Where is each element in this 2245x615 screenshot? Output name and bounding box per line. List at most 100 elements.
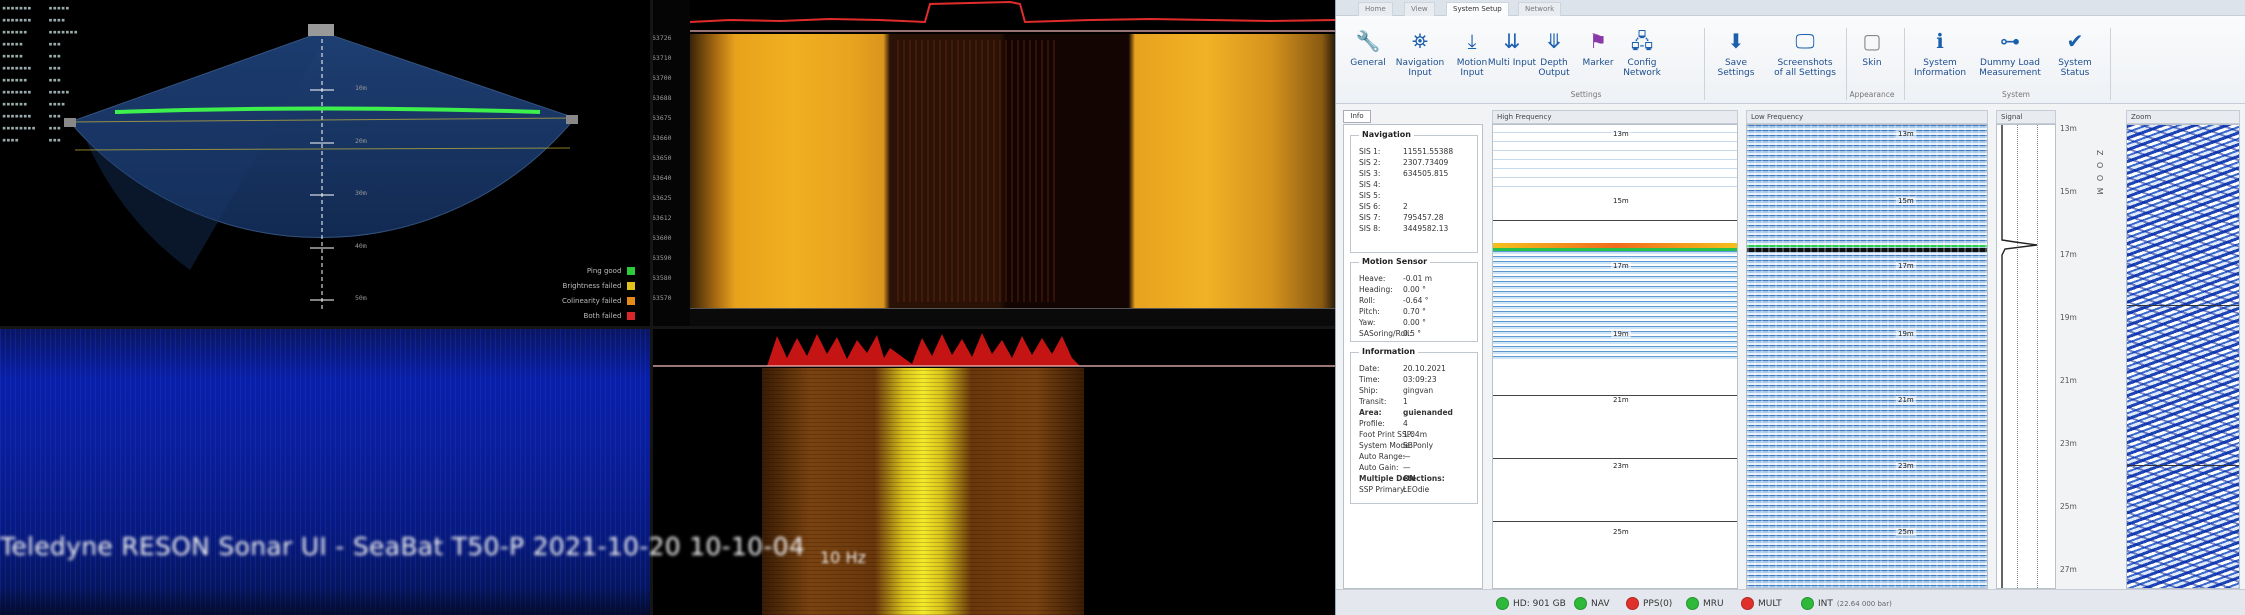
depth-label: 23m: [1611, 462, 1631, 470]
marker-icon: ⚑: [1589, 29, 1607, 53]
waterfall-x-axis: [690, 308, 1335, 328]
config-network-button[interactable]: 🖧 Config Network: [1616, 28, 1668, 78]
info-key: Ship:: [1359, 386, 1378, 395]
info-panel: Navigation SIS 1: 11551.55388 SIS 2: 2307.7…: [1343, 124, 1483, 589]
save-settings-button[interactable]: ⬇ Save Settings: [1710, 28, 1762, 78]
info-value: 3449582.13: [1403, 224, 1449, 233]
ping-counter: 63688: [652, 94, 672, 102]
info-row: Date: 20.10.2021: [1359, 363, 1472, 374]
status-hd: HD: 901 GB: [1496, 597, 1566, 610]
info-key: Heave:: [1359, 274, 1386, 283]
blue-waterfall-view: [0, 328, 652, 615]
range-label: 30m: [355, 189, 367, 197]
profiler-application: Home View System Setup Network 🔧 General …: [1335, 0, 2245, 615]
info-value: gingvan: [1403, 386, 1434, 395]
zoom-echogram[interactable]: [2126, 124, 2240, 589]
info-value: 11551.55388: [1403, 147, 1454, 156]
info-value: 0.00 °: [1403, 318, 1426, 327]
info-value: 2: [1403, 202, 1408, 211]
info-value: LEOdie: [1403, 485, 1430, 494]
info-key: Area:: [1359, 408, 1382, 417]
info-key: Heading:: [1359, 285, 1393, 294]
tab-network[interactable]: Network: [1518, 2, 1562, 16]
info-row: Heave: -0.01 m: [1359, 273, 1472, 284]
info-value: 0.5 °: [1403, 329, 1422, 338]
video-title-overlay: Teledyne RESON Sonar UI - SeaBat T50-P 2…: [0, 532, 806, 561]
info-key: Profile:: [1359, 419, 1385, 428]
info-row: Roll: -0.64 °: [1359, 295, 1472, 306]
range-label: 50m: [355, 294, 367, 302]
legend-item: Brightness failed: [562, 278, 636, 293]
tab-view[interactable]: View: [1404, 2, 1435, 16]
depth-label: 25m: [1896, 528, 1916, 536]
ping-counter: 63625: [652, 194, 672, 202]
status-mult: MULT: [1741, 597, 1782, 610]
status-dot-icon: [1801, 597, 1814, 610]
info-key: SIS 5:: [1359, 191, 1381, 200]
info-row: Heading: 0.00 °: [1359, 284, 1472, 295]
info-key: SASoring/Roll:: [1359, 329, 1412, 338]
legend-swatch: [627, 281, 636, 290]
info-row: Ship: gingvan: [1359, 385, 1472, 396]
zoom-tick: 23m: [2060, 439, 2077, 448]
range-label: 20m: [355, 137, 367, 145]
system-group-label: System: [2002, 90, 2030, 99]
info-icon: ℹ: [1936, 29, 1944, 53]
navigation-input-button[interactable]: ⛯ Navigation Input: [1394, 28, 1446, 78]
zoom-tick: 21m: [2060, 376, 2077, 385]
depth-label: 25m: [1611, 528, 1631, 536]
info-row: Transit: 1: [1359, 396, 1472, 407]
ribbon-tab-bar: Home View System Setup Network: [1336, 0, 2245, 16]
ping-counter: 63710: [652, 54, 672, 62]
screenshots-button[interactable]: 🖵 Screenshots of all Settings: [1772, 28, 1838, 78]
ping-rate-label: 10 Hz: [820, 548, 866, 567]
signal-trace: [2001, 125, 2038, 588]
info-tab[interactable]: Info: [1343, 110, 1371, 123]
info-row: SSP Primary: LEOdie: [1359, 484, 1472, 495]
zoom-tick: 13m: [2060, 124, 2077, 133]
ping-counter: 63650: [652, 154, 672, 162]
status-pps: PPS(0): [1626, 597, 1672, 610]
section-title: Motion Sensor: [1359, 257, 1431, 266]
info-key: Foot Print SSP:: [1359, 430, 1414, 439]
zoom-tick: 27m: [2060, 565, 2077, 574]
checkmark-icon: ✔: [2066, 29, 2084, 53]
info-row: Foot Print SSP: 1.04m: [1359, 429, 1472, 440]
info-key: SIS 1:: [1359, 147, 1381, 156]
legend-item: Colinearity failed: [562, 293, 636, 308]
skin-button[interactable]: ▢ Skin: [1852, 28, 1892, 68]
general-button[interactable]: 🔧 General: [1342, 28, 1394, 68]
info-value: —: [1403, 463, 1411, 472]
tab-system-setup[interactable]: System Setup: [1446, 2, 1509, 16]
skin-icon: ▢: [1862, 29, 1882, 53]
sonar-fan-view: ▪▪▪▪▪▪▪ ▪▪▪▪▪ ▪▪▪▪▪▪▪ ▪▪▪▪ ▪▪▪▪▪▪ ▪▪▪▪▪▪…: [0, 0, 652, 328]
info-key: System Mode:: [1359, 441, 1413, 450]
info-row: SASoring/Roll: 0.5 °: [1359, 328, 1472, 339]
transducer-icon: [308, 24, 334, 36]
section-title: Navigation: [1359, 130, 1414, 139]
screenshot-icon: 🖵: [1795, 29, 1815, 53]
system-status-button[interactable]: ✔ System Status: [2050, 28, 2100, 78]
info-row: Profile: 4: [1359, 418, 1472, 429]
legend-item: Both failed: [562, 308, 636, 323]
info-value: 795457.28: [1403, 213, 1444, 222]
low-frequency-echogram[interactable]: [1746, 124, 1988, 589]
info-key: Pitch:: [1359, 307, 1380, 316]
tab-home[interactable]: Home: [1358, 2, 1393, 16]
info-row: SIS 1: 11551.55388: [1359, 146, 1472, 157]
multi-input-icon: ⇊: [1503, 29, 1521, 53]
status-dot-icon: [1574, 597, 1587, 610]
range-label: 10m: [355, 84, 367, 92]
info-row: SIS 2: 2307.73409: [1359, 157, 1472, 168]
status-extra: (22.64 000 bar): [1836, 599, 1892, 608]
ping-counter: 63612: [652, 214, 672, 222]
depth-label: 15m: [1611, 197, 1631, 205]
high-frequency-echogram[interactable]: [1492, 124, 1738, 589]
system-information-button[interactable]: ℹ System Information: [1910, 28, 1970, 78]
save-icon: ⬇: [1727, 29, 1745, 53]
zoom-tick: 15m: [2060, 187, 2077, 196]
sonar-fan-graphic: [64, 24, 578, 310]
dummy-load-button[interactable]: ⊶ Dummy Load Measurement: [1974, 28, 2046, 78]
signal-header: Signal: [1996, 110, 2056, 124]
zoom-label: Z O O M: [2095, 150, 2104, 197]
